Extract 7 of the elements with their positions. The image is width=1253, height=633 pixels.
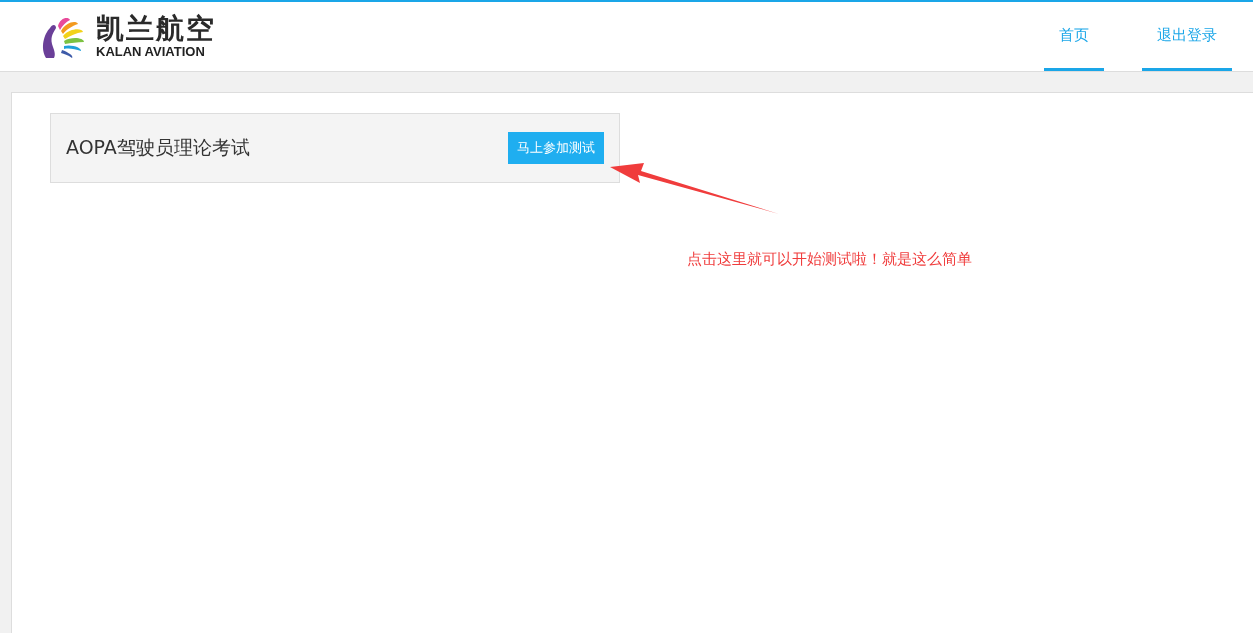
nav-link[interactable]: 退出登录 — [1142, 2, 1232, 71]
start-test-button[interactable]: 马上参加测试 — [508, 132, 604, 164]
brand-subtitle: KALAN AVIATION — [96, 44, 206, 59]
nav-link[interactable]: 首页 — [1044, 2, 1104, 71]
exam-title: AOPA驾驶员理论考试 — [66, 135, 250, 160]
annotation-text: 点击这里就可以开始测试啦！就是这么简单 — [687, 250, 972, 269]
brand-name: 凯兰航空 — [96, 14, 216, 44]
